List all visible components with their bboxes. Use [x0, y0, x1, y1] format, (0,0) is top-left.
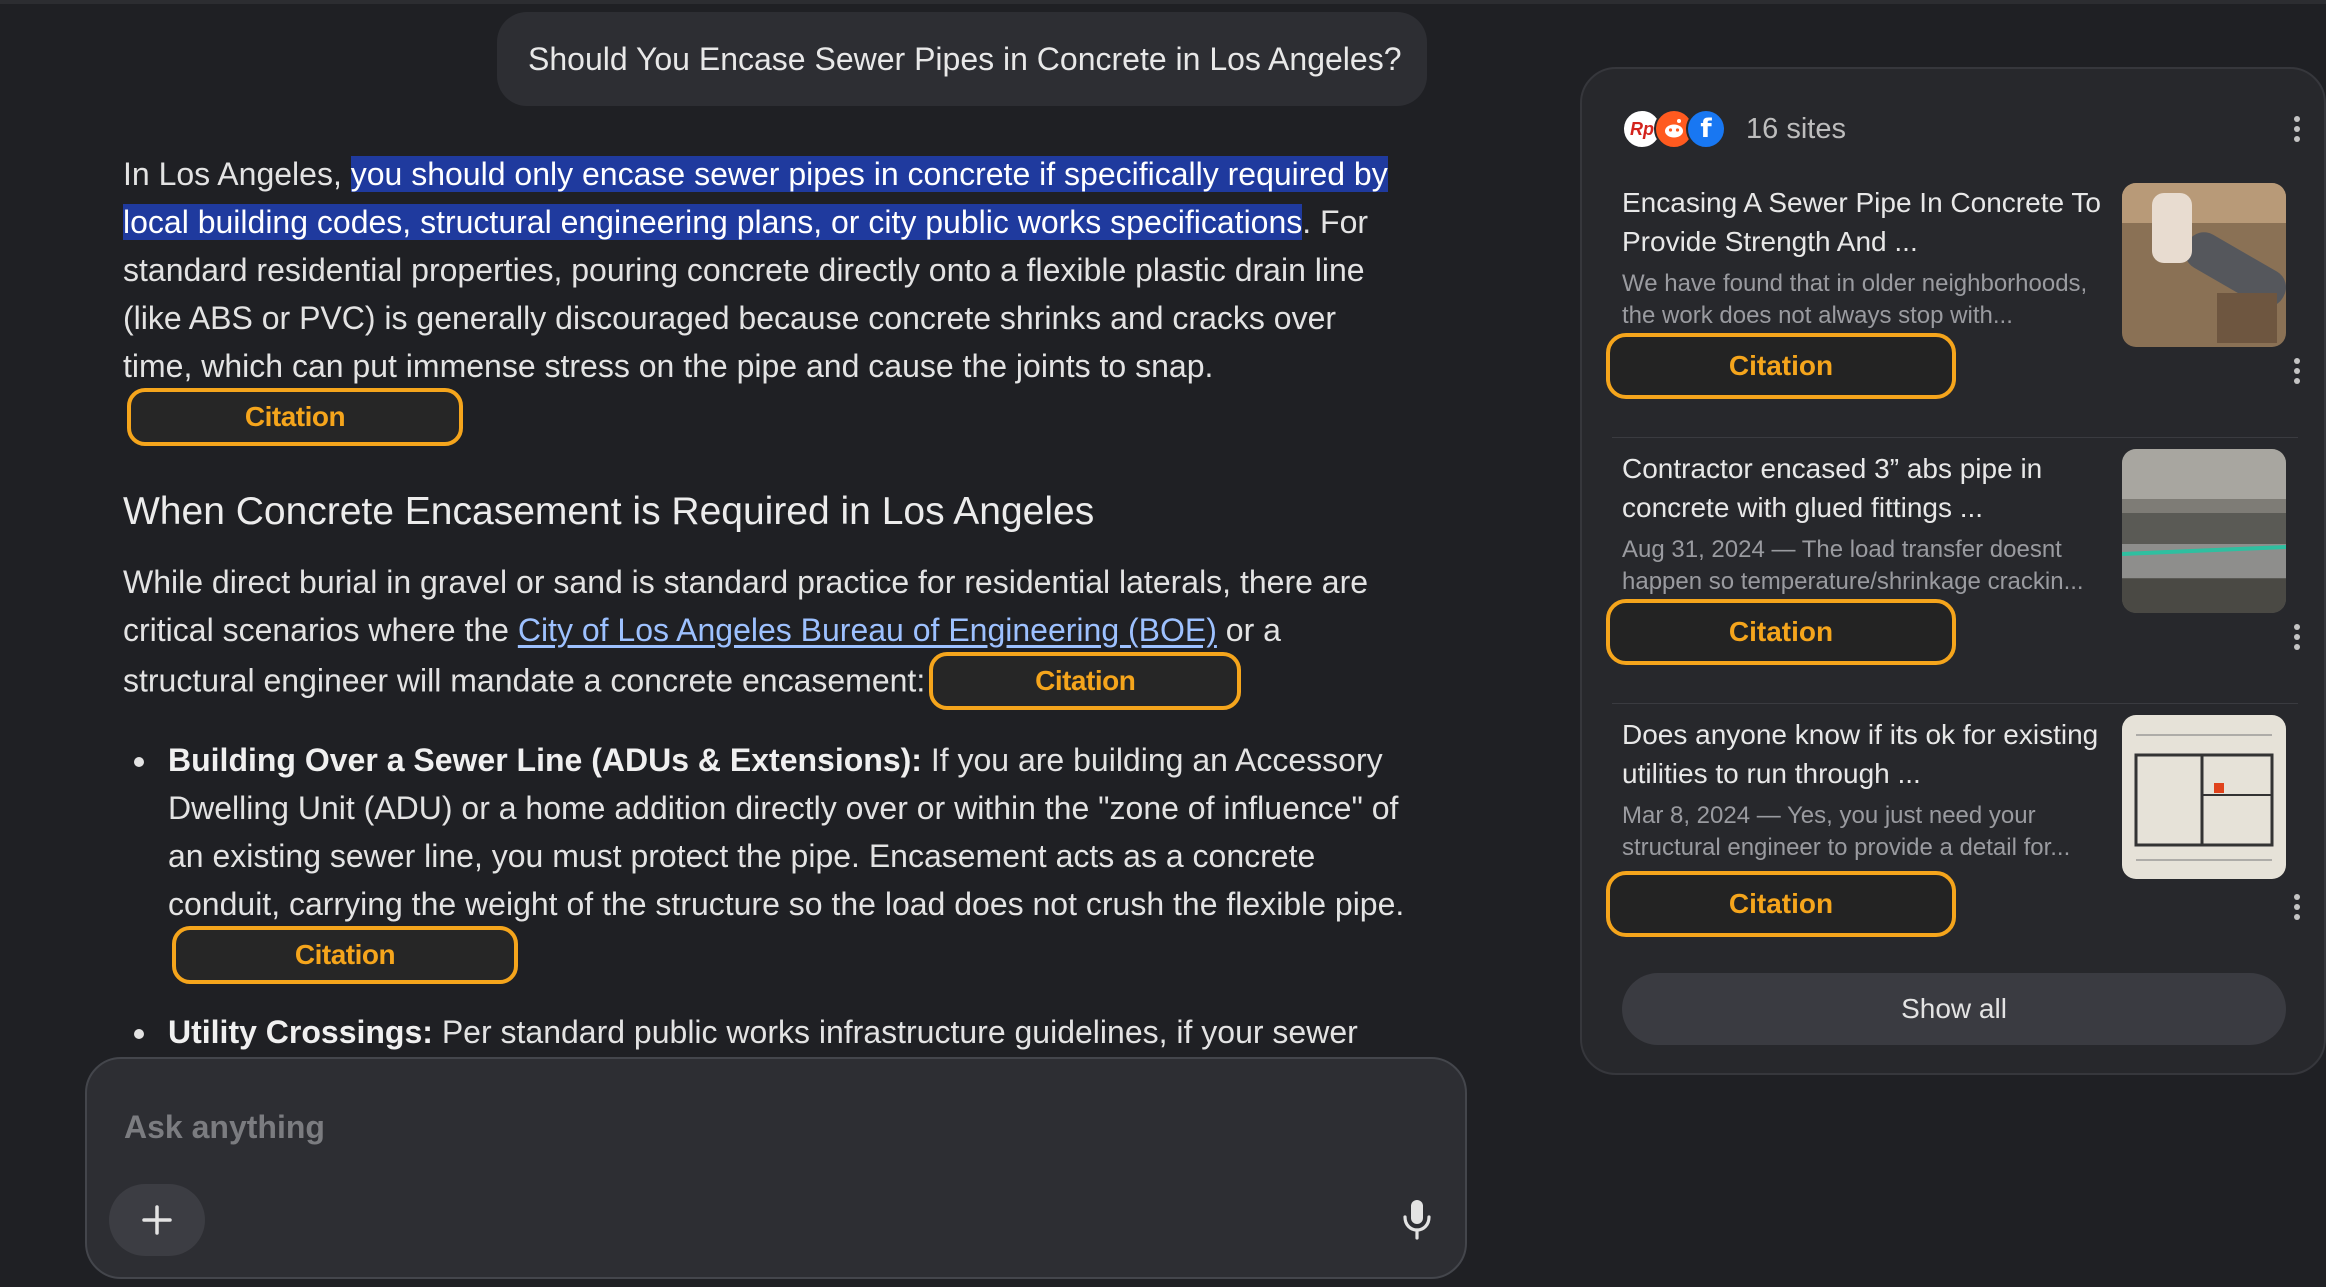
user-query-text: Should You Encase Sewer Pipes in Concret… — [528, 40, 1402, 77]
sewer-pipe-photo-icon — [2122, 183, 2286, 347]
citation-button[interactable]: Citation — [1606, 333, 1956, 399]
answer-body: In Los Angeles, you should only encase s… — [123, 150, 1413, 1078]
floor-plan-photo-icon — [2122, 715, 2286, 879]
source-card[interactable]: Does anyone know if its ok for existing … — [1606, 715, 2302, 955]
source-snippet: Aug 31, 2024 — The load transfer doesnt … — [1622, 536, 2084, 595]
answer-intro-paragraph: In Los Angeles, you should only encase s… — [123, 150, 1413, 448]
source-thumbnail — [2122, 715, 2286, 879]
answer-paragraph-2: While direct burial in gravel or sand is… — [123, 558, 1413, 712]
divider — [1612, 437, 2298, 438]
requirements-list: Building Over a Sewer Line (ADUs & Exten… — [123, 736, 1413, 1056]
top-border — [0, 0, 2326, 4]
source-title[interactable]: Encasing A Sewer Pipe In Concrete To Pro… — [1622, 183, 2122, 261]
citation-button[interactable]: Citation — [929, 652, 1242, 710]
source-title[interactable]: Contractor encased 3” abs pipe in concre… — [1622, 449, 2122, 527]
bullet-title: Building Over a Sewer Line (ADUs & Exten… — [168, 742, 922, 778]
reddit-alien-icon — [1665, 119, 1683, 138]
source-card[interactable]: Contractor encased 3” abs pipe in concre… — [1606, 449, 2302, 689]
citation-button[interactable]: Citation — [172, 926, 518, 984]
source-menu-button[interactable] — [2282, 617, 2312, 657]
section-heading: When Concrete Encasement is Required in … — [123, 490, 1095, 533]
source-menu-button[interactable] — [2282, 887, 2312, 927]
divider — [1612, 703, 2298, 704]
more-vert-icon — [2294, 624, 2300, 650]
microphone-icon — [1403, 1200, 1431, 1240]
list-item: Utility Crossings: Per standard public w… — [123, 1008, 1413, 1056]
bullet-text: Per standard public works infrastructure… — [432, 1014, 1358, 1050]
ask-input-bar[interactable]: Ask anything — [85, 1057, 1467, 1279]
intro-lead: In Los Angeles, — [123, 156, 351, 192]
more-vert-icon — [2294, 358, 2300, 384]
boe-link[interactable]: City of Los Angeles Bureau of Engineerin… — [518, 612, 1217, 648]
facebook-favicon-icon: f — [1686, 109, 1726, 149]
source-thumbnail — [2122, 183, 2286, 347]
citation-button[interactable]: Citation — [127, 388, 463, 446]
ask-input-placeholder[interactable]: Ask anything — [124, 1109, 325, 1146]
source-snippet: We have found that in older neighborhood… — [1622, 270, 2088, 329]
source-menu-button[interactable] — [2282, 351, 2312, 391]
sources-header[interactable]: Rp f 16 sites — [1622, 99, 1846, 159]
source-thumbnail — [2122, 449, 2286, 613]
source-title[interactable]: Does anyone know if its ok for existing … — [1622, 715, 2122, 793]
concrete-pipe-photo-icon — [2122, 449, 2286, 613]
voice-input-button[interactable] — [1387, 1189, 1447, 1249]
plus-icon — [142, 1205, 172, 1235]
list-item: Building Over a Sewer Line (ADUs & Exten… — [123, 736, 1413, 986]
show-all-button[interactable]: Show all — [1622, 973, 2286, 1045]
source-snippet: Mar 8, 2024 — Yes, you just need your st… — [1622, 802, 2071, 861]
sources-count: 16 sites — [1746, 112, 1846, 145]
citation-button[interactable]: Citation — [1606, 599, 1956, 665]
sources-menu-button[interactable] — [2282, 109, 2312, 149]
source-favicons: Rp f — [1622, 109, 1726, 149]
sources-panel: Rp f 16 sites Encasing A Sewer Pipe In C… — [1580, 67, 2326, 1075]
citation-button[interactable]: Citation — [1606, 871, 1956, 937]
add-attachment-button[interactable] — [109, 1184, 205, 1256]
more-vert-icon — [2294, 894, 2300, 920]
bullet-title: Utility Crossings: — [168, 1014, 433, 1050]
more-vert-icon — [2294, 116, 2300, 142]
source-card[interactable]: Encasing A Sewer Pipe In Concrete To Pro… — [1606, 183, 2302, 423]
user-query-bubble: Should You Encase Sewer Pipes in Concret… — [497, 12, 1427, 106]
